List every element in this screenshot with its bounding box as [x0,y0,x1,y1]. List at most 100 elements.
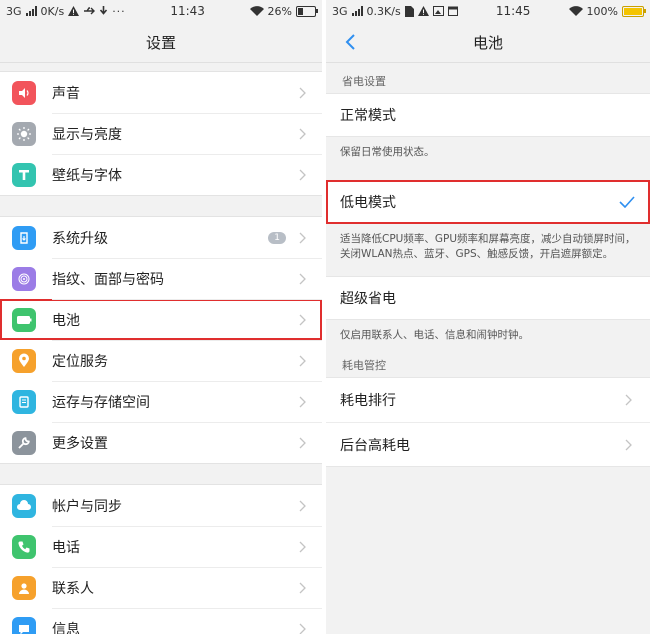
settings-item-label: 信息 [52,621,80,634]
settings-item-brightness[interactable]: 显示与亮度 [0,113,322,154]
wifi-icon [568,6,583,16]
settings-item-account-sync[interactable]: 帐户与同步 [0,485,322,526]
chevron-right-icon [294,167,310,183]
chevron-right-icon [294,498,310,514]
checkmark-icon [618,193,636,211]
battery-status-icon [295,5,318,17]
normal-mode-desc: 保留日常使用状态。 [340,146,435,158]
settings-item-label: 帐户与同步 [52,498,122,515]
settings-list: 声音显示与亮度壁纸与字体系统升级 1 指纹、面部与密码 电池定位服务运存与存储空间 更多… [0,63,322,634]
network-speed: 0.3K/s [366,4,401,18]
super-saving-label: 超级省电 [340,291,396,307]
warning-icon [68,6,80,16]
background-high-power-item[interactable]: 后台高耗电 [326,422,650,466]
page-title: 电池 [472,33,503,52]
status-bar: 3G 0.3K/s 11:45 100% [326,0,650,22]
chevron-right-icon [294,353,310,369]
chevron-right-icon [294,580,310,596]
settings-item-font-t[interactable]: 壁纸与字体 [0,154,322,195]
status-time: 11:43 [170,4,205,18]
battery-percent: 100% [586,4,618,18]
battery-screen: 3G 0.3K/s 11:45 100% 电池 省电设置 正常模式 保留日常使用… [326,0,650,634]
page-title-bar: 设置 [0,22,322,63]
settings-screen: 3G 0K/s ··· 11:43 26% 设置 声音显示与亮度壁纸与字体系统升… [0,0,322,634]
image-icon [432,6,444,16]
chevron-right-icon [294,126,310,142]
section-header-power-saving: 省电设置 [342,75,386,88]
message-icon [12,616,36,634]
normal-mode-option[interactable]: 正常模式 [326,93,650,137]
power-ranking-item[interactable]: 耗电排行 [326,378,650,422]
back-button[interactable] [338,30,362,54]
settings-item-phone[interactable]: 电话 [0,526,322,567]
status-bar: 3G 0K/s ··· 11:43 26% [0,0,322,22]
settings-item-fingerprint[interactable]: 指纹、面部与密码 [0,258,322,299]
account-sync-icon [12,493,36,518]
storage-icon [12,389,36,414]
battery-percent: 26% [267,4,292,18]
normal-mode-label: 正常模式 [340,108,396,124]
settings-item-label: 电话 [52,539,80,556]
settings-item-storage[interactable]: 运存与存储空间 [0,381,322,422]
settings-item-system-update[interactable]: 系统升级 1 [0,217,322,258]
chevron-right-icon [294,621,310,634]
settings-item-label: 电池 [52,312,80,329]
settings-item-label: 运存与存储空间 [52,394,150,411]
page-title: 设置 [145,33,176,52]
chevron-right-icon [294,271,310,287]
settings-item-location[interactable]: 定位服务 [0,340,322,381]
chevron-right-icon [294,230,310,246]
settings-item-label: 系统升级 [52,230,108,247]
chevron-right-icon [620,392,636,408]
low-power-mode-option[interactable]: 低电模式 [326,180,650,224]
chevron-right-icon [294,312,310,328]
settings-item-speaker[interactable]: 声音 [0,72,322,113]
back-arrow-icon [345,34,355,50]
power-ranking-label: 耗电排行 [340,393,396,409]
page-title-bar: 电池 [326,22,650,63]
settings-item-label: 定位服务 [52,353,108,370]
settings-item-wrench[interactable]: 更多设置 [0,422,322,463]
network-speed: 0K/s [40,4,65,18]
settings-item-label: 壁纸与字体 [52,167,122,184]
background-high-power-label: 后台高耗电 [340,437,410,454]
warning-icon [417,6,429,16]
settings-item-battery[interactable]: 电池 [0,299,322,340]
network-type: 3G [6,4,22,18]
font-t-icon [12,162,36,187]
signal-icon [25,6,37,16]
settings-item-label: 指纹、面部与密码 [52,271,164,288]
low-power-mode-desc: 适当降低CPU频率、GPU频率和屏幕亮度，减少自动锁屏时间，关闭WLAN热点、蓝… [340,233,636,260]
chevron-right-icon [294,435,310,451]
location-icon [12,348,36,373]
speaker-icon [12,80,36,105]
download-icon [100,6,108,15]
chevron-right-icon [294,539,310,555]
section-header-power-usage: 耗电管控 [342,359,386,372]
system-update-icon [12,225,36,250]
signal-icon [351,6,363,16]
chevron-right-icon [294,85,310,101]
settings-item-message[interactable]: 信息 [0,608,322,634]
sim-icon [404,5,414,17]
calendar-icon [447,6,458,16]
super-saving-option[interactable]: 超级省电 [326,276,650,320]
battery-status-icon [621,5,646,17]
settings-item-label: 声音 [52,85,80,102]
low-power-mode-label: 低电模式 [340,195,396,211]
network-type: 3G [332,4,348,18]
chevron-right-icon [620,437,636,453]
usb-icon [84,7,96,15]
battery-icon [12,307,36,332]
chevron-right-icon [294,394,310,410]
settings-item-contacts[interactable]: 联系人 [0,567,322,608]
update-badge: 1 [268,231,286,244]
settings-item-label: 显示与亮度 [52,126,122,143]
phone-icon [12,534,36,559]
settings-item-label: 更多设置 [52,435,108,452]
settings-item-label: 联系人 [52,580,94,597]
more-notifications-icon: ··· [112,4,126,18]
